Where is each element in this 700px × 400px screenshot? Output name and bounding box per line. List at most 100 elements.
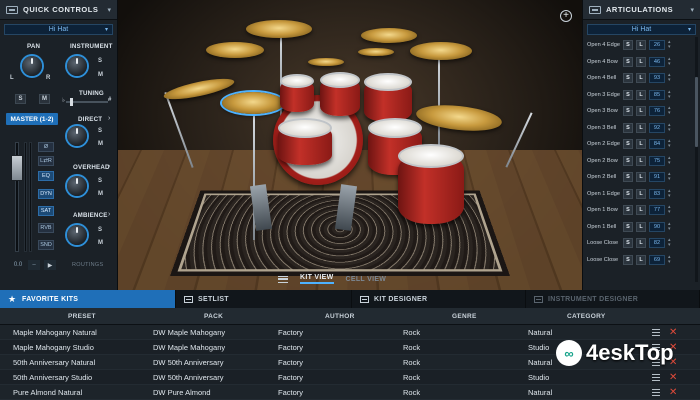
eq-button[interactable]: EQ: [38, 171, 54, 181]
articulation-solo-button[interactable]: S: [623, 139, 633, 150]
instrument-selector[interactable]: Hi Hat ▾: [4, 24, 113, 35]
articulation-row[interactable]: Loose Close S L 82 ▴ ▾: [587, 235, 697, 252]
articulation-scrollbar[interactable]: [695, 37, 698, 282]
table-row[interactable]: Pure Almond Natural DW Pure Almond Factory…: [0, 385, 700, 400]
articulation-note-value[interactable]: 90: [649, 221, 665, 232]
articulation-lock-button[interactable]: L: [636, 221, 646, 232]
articulation-lock-button[interactable]: L: [636, 172, 646, 183]
stepper-icon[interactable]: ▴ ▾: [668, 40, 671, 50]
column-header-preset[interactable]: PRESET: [68, 308, 96, 325]
articulation-solo-button[interactable]: S: [623, 155, 633, 166]
articulation-solo-button[interactable]: S: [623, 188, 633, 199]
tab-kit-designer[interactable]: KIT DESIGNER: [352, 290, 526, 308]
articulation-lock-button[interactable]: L: [636, 122, 646, 133]
column-header-author[interactable]: AUTHOR: [325, 308, 355, 325]
pan-knob[interactable]: [22, 56, 42, 76]
articulation-note-value[interactable]: 82: [649, 238, 665, 249]
drag-handle-icon[interactable]: [652, 389, 660, 396]
instrument-volume-knob[interactable]: [67, 56, 87, 76]
minus-icon[interactable]: –: [28, 260, 40, 270]
articulation-row[interactable]: Open 3 Edge S L 85 ▴ ▾: [587, 87, 697, 104]
overhead-knob[interactable]: [67, 176, 87, 196]
tom-1-head[interactable]: [280, 74, 314, 88]
articulation-note-value[interactable]: 26: [649, 40, 665, 51]
articulation-lock-button[interactable]: L: [636, 188, 646, 199]
stepper-icon[interactable]: ▴ ▾: [668, 254, 671, 265]
articulation-solo-button[interactable]: S: [623, 40, 633, 51]
overhead-mute-button[interactable]: M: [98, 191, 103, 197]
routings-button[interactable]: ROUTINGS: [72, 262, 103, 268]
articulation-lock-button[interactable]: L: [636, 139, 646, 150]
rvb-button[interactable]: RVB: [38, 223, 54, 233]
articulation-solo-button[interactable]: S: [623, 221, 633, 232]
direct-knob[interactable]: [67, 126, 87, 146]
table-row[interactable]: Maple Mahogany Natural DW Maple Mahogany F…: [0, 325, 700, 340]
articulation-lock-button[interactable]: L: [636, 56, 646, 67]
articulation-solo-button[interactable]: S: [623, 172, 633, 183]
articulation-note-value[interactable]: 76: [649, 106, 665, 117]
articulation-note-value[interactable]: 92: [649, 122, 665, 133]
articulation-lock-button[interactable]: L: [636, 73, 646, 84]
instrument-mute-button[interactable]: M: [98, 72, 103, 78]
articulation-note-value[interactable]: 69: [649, 254, 665, 265]
ambience-solo-button[interactable]: S: [98, 227, 102, 233]
stack-cymbal[interactable]: [358, 48, 394, 56]
volume-fader-handle[interactable]: [11, 155, 23, 181]
articulation-lock-button[interactable]: L: [636, 205, 646, 216]
articulation-lock-button[interactable]: L: [636, 238, 646, 249]
articulation-row[interactable]: Open 1 Bell S L 90 ▴ ▾: [587, 219, 697, 236]
stepper-icon[interactable]: ▴ ▾: [668, 188, 671, 199]
ambience-knob[interactable]: [67, 225, 87, 245]
articulation-row[interactable]: Open 2 Bell S L 91 ▴ ▾: [587, 169, 697, 186]
small-cymbal[interactable]: [308, 58, 344, 66]
column-header-genre[interactable]: GENRE: [452, 308, 477, 325]
articulation-note-value[interactable]: 93: [649, 73, 665, 84]
chevron-down-icon[interactable]: ▾: [107, 6, 111, 14]
articulation-solo-button[interactable]: S: [623, 205, 633, 216]
stepper-icon[interactable]: ▴ ▾: [668, 155, 671, 166]
tab-cell-view[interactable]: CELL VIEW: [346, 276, 387, 283]
articulation-instrument-selector[interactable]: Hi Hat ▾: [587, 24, 696, 35]
crash-cymbal-left[interactable]: [246, 20, 312, 38]
add-icon[interactable]: +: [560, 10, 572, 22]
articulation-lock-button[interactable]: L: [636, 106, 646, 117]
delete-icon[interactable]: ✕: [669, 371, 677, 384]
hihat-cymbal[interactable]: [222, 92, 284, 114]
articulation-row[interactable]: Open 2 Bow S L 75 ▴ ▾: [587, 153, 697, 170]
articulation-lock-button[interactable]: L: [636, 89, 646, 100]
articulation-note-value[interactable]: 83: [649, 188, 665, 199]
articulation-solo-button[interactable]: S: [623, 56, 633, 67]
play-icon[interactable]: ▶: [44, 260, 56, 270]
articulation-row[interactable]: Open 4 Bow S L 46 ▴ ▾: [587, 54, 697, 71]
articulation-solo-button[interactable]: S: [623, 122, 633, 133]
ride-cymbal[interactable]: [414, 101, 504, 135]
direct-mute-button[interactable]: M: [98, 141, 103, 147]
articulation-row[interactable]: Loose Close S L 69 ▴ ▾: [587, 252, 697, 269]
articulation-lock-button[interactable]: L: [636, 254, 646, 265]
articulation-row[interactable]: Open 4 Edge S L 26 ▴ ▾: [587, 37, 697, 54]
chevron-right-icon[interactable]: ›: [108, 163, 110, 170]
tab-kit-view[interactable]: KIT VIEW: [300, 274, 334, 284]
overhead-solo-button[interactable]: S: [98, 178, 102, 184]
tab-setlist[interactable]: SETLIST: [176, 290, 352, 308]
floor-tom-2-head[interactable]: [398, 144, 464, 168]
stepper-icon[interactable]: ▴ ▾: [668, 139, 671, 149]
menu-icon[interactable]: [278, 275, 288, 283]
chevron-right-icon[interactable]: ›: [108, 211, 110, 218]
articulation-solo-button[interactable]: S: [623, 89, 633, 100]
table-row[interactable]: 50th Anniversary Studio DW 50th Anniversa…: [0, 370, 700, 385]
snare-head[interactable]: [278, 118, 332, 138]
stepper-icon[interactable]: ▴ ▾: [668, 73, 671, 83]
articulation-solo-button[interactable]: S: [623, 238, 633, 249]
stepper-icon[interactable]: ▴ ▾: [668, 172, 671, 182]
articulation-note-value[interactable]: 84: [649, 139, 665, 150]
articulation-solo-button[interactable]: S: [623, 254, 633, 265]
column-header-pack[interactable]: PACK: [204, 308, 223, 325]
stepper-icon[interactable]: ▴ ▾: [668, 205, 671, 215]
dyn-button[interactable]: DYN: [38, 189, 54, 199]
stepper-icon[interactable]: ▴ ▾: [668, 106, 671, 116]
articulation-solo-button[interactable]: S: [623, 106, 633, 117]
stepper-icon[interactable]: ▴ ▾: [668, 122, 671, 133]
articulation-solo-button[interactable]: S: [623, 73, 633, 84]
chevron-right-icon[interactable]: ›: [108, 115, 110, 122]
